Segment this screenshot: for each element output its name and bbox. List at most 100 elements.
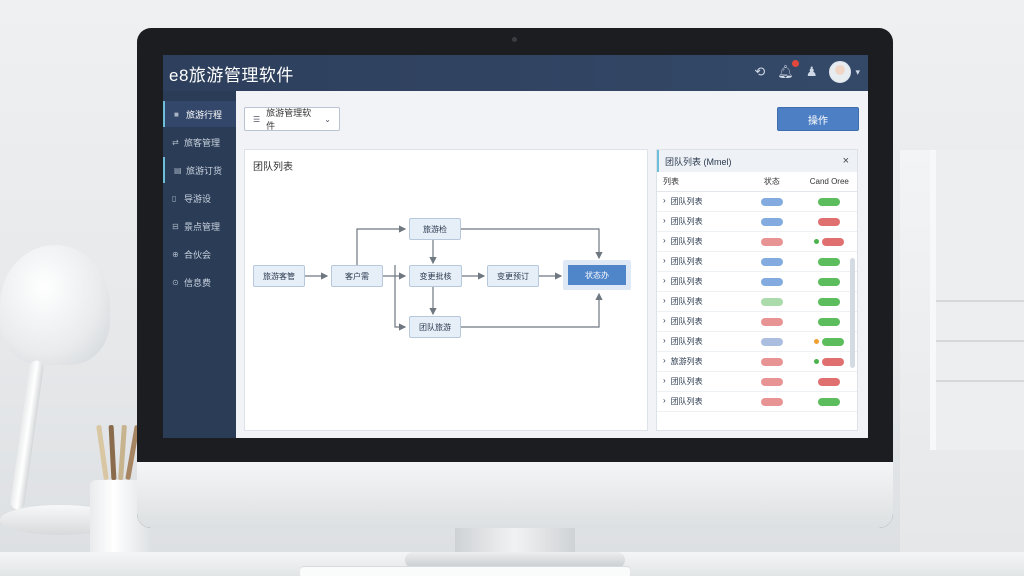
team-list-panel: 团队列表 (Mmel) × 列表 状态 Cand Oree › 团队列表 › 团队列表…: [656, 149, 858, 431]
chevron-right-icon[interactable]: ›: [663, 376, 666, 387]
status-pill: [760, 317, 783, 326]
toggle-switch[interactable]: [818, 217, 841, 226]
toggle-switch[interactable]: [822, 357, 845, 366]
sidebar-item-fees[interactable]: ⊙ 信息费: [163, 269, 236, 295]
notification-icon[interactable]: ♟︎: [806, 64, 818, 80]
list-item[interactable]: › 团队列表: [657, 332, 857, 352]
scrollbar[interactable]: [850, 258, 855, 368]
toggle-switch[interactable]: [818, 197, 841, 206]
flow-node[interactable]: 客户需: [331, 265, 383, 287]
row-status: [742, 257, 801, 266]
dropdown-label: 旅游管理软件: [266, 108, 312, 131]
sidebar-item-label: 旅游订货: [186, 165, 223, 176]
row-name: › 团队列表: [657, 216, 742, 227]
list-item[interactable]: › 团队列表: [657, 252, 857, 272]
status-dot: [814, 359, 820, 364]
list-item[interactable]: › 团队列表: [657, 192, 857, 212]
flow-node[interactable]: 变更预订: [487, 265, 539, 287]
row-label: 团队列表: [670, 217, 703, 226]
list-item[interactable]: › 团队列表: [657, 372, 857, 392]
list-item[interactable]: › 团队列表: [657, 232, 857, 252]
list-item[interactable]: › 旅游列表: [657, 352, 857, 372]
row-cand: [802, 357, 857, 366]
header-actions: ⟲ 🔔︎ ♟︎ ▾: [754, 60, 860, 83]
toggle-switch[interactable]: [818, 397, 841, 406]
desk-lamp: [0, 245, 110, 365]
flow-node[interactable]: 旅游客管: [253, 265, 305, 287]
row-label: 团队列表: [670, 257, 703, 266]
status-pill: [760, 237, 783, 246]
chevron-right-icon[interactable]: ›: [663, 276, 666, 287]
sidebar-item-partners[interactable]: ⊕ 合伙会: [163, 241, 236, 267]
chevron-right-icon[interactable]: ›: [663, 296, 666, 307]
bell-icon[interactable]: 🔔︎: [777, 60, 799, 80]
row-status: [742, 357, 801, 366]
flow-node[interactable]: 变更批核: [409, 265, 462, 287]
row-cand: [802, 257, 857, 266]
chevron-right-icon[interactable]: ›: [663, 356, 666, 367]
webcam: [512, 37, 517, 42]
status-pill: [760, 337, 783, 346]
chevron-right-icon[interactable]: ›: [663, 336, 666, 347]
toggle-switch[interactable]: [818, 297, 841, 306]
toggle-switch[interactable]: [818, 317, 841, 326]
sidebar-item-itinerary[interactable]: ■ 旅游行程: [163, 101, 236, 127]
toggle-switch[interactable]: [818, 257, 841, 266]
module-dropdown[interactable]: ☰ 旅游管理软件 ⌄: [244, 107, 340, 131]
flow-node-final[interactable]: 状态办: [563, 260, 631, 290]
sidebar-icon: ▯: [172, 193, 177, 203]
row-cand: [802, 297, 857, 306]
chevron-right-icon[interactable]: ›: [663, 256, 666, 267]
row-label: 团队列表: [670, 337, 703, 346]
list-item[interactable]: › 团队列表: [657, 292, 857, 312]
refresh-icon[interactable]: ⟲: [754, 64, 765, 80]
status-pill: [760, 377, 783, 386]
flow-node[interactable]: 团队旅游: [409, 316, 461, 338]
list-item[interactable]: › 团队列表: [657, 312, 857, 332]
chevron-right-icon[interactable]: ›: [663, 396, 666, 407]
keyboard: [300, 566, 630, 576]
row-name: › 团队列表: [657, 236, 742, 247]
toggle-switch[interactable]: [822, 237, 845, 246]
list-rows: › 团队列表 › 团队列表 › 团队列表 › 团队列表 › 团队列表 › 团队列表 › 团队列表 › 团队列表…: [657, 192, 857, 412]
background-shelf: [930, 150, 1024, 450]
app-title: e8旅游管理软件: [169, 65, 294, 85]
chevron-right-icon[interactable]: ›: [663, 196, 666, 207]
row-status: [742, 337, 801, 346]
toggle-switch[interactable]: [822, 337, 845, 346]
chevron-down-icon: ⌄: [324, 114, 331, 124]
list-item[interactable]: › 团队列表: [657, 212, 857, 232]
row-name: › 团队列表: [657, 196, 742, 207]
status-pill: [760, 257, 783, 266]
row-name: › 团队列表: [657, 276, 742, 287]
flow-panel: 团队列表 旅游客管 客户需 旅游检 变更批核 变更预订 团队旅游 状态办: [244, 149, 648, 431]
close-icon[interactable]: ×: [843, 155, 849, 167]
sidebar-item-label: 导游设: [184, 193, 212, 204]
sidebar-icon: ⊙: [172, 277, 179, 287]
avatar[interactable]: [829, 61, 852, 83]
sidebar-item-guides[interactable]: ▯ 导游设: [163, 185, 236, 211]
chevron-right-icon[interactable]: ›: [663, 216, 666, 227]
sidebar-item-orders[interactable]: ▤ 旅游订货: [163, 157, 236, 183]
row-label: 团队列表: [670, 277, 703, 286]
row-cand: [802, 237, 857, 246]
row-label: 团队列表: [670, 377, 703, 386]
status-pill: [760, 397, 783, 406]
sidebar-item-attractions[interactable]: ⊟ 景点管理: [163, 213, 236, 239]
chevron-down-icon[interactable]: ▾: [855, 67, 860, 78]
chevron-right-icon[interactable]: ›: [663, 316, 666, 327]
sidebar-item-customers[interactable]: ⇄ 旅客管理: [163, 129, 236, 155]
chevron-right-icon[interactable]: ›: [663, 236, 666, 247]
row-status: [742, 237, 801, 246]
row-cand: [802, 197, 857, 206]
action-button[interactable]: 操作: [777, 107, 859, 131]
flow-node[interactable]: 旅游检: [409, 218, 461, 240]
flow-connectors: [305, 225, 603, 331]
row-status: [742, 197, 801, 206]
sidebar-item-label: 旅客管理: [184, 137, 221, 148]
list-item[interactable]: › 团队列表: [657, 392, 857, 412]
row-label: 团队列表: [670, 317, 703, 326]
toggle-switch[interactable]: [818, 277, 841, 286]
toggle-switch[interactable]: [818, 377, 841, 386]
list-item[interactable]: › 团队列表: [657, 272, 857, 292]
